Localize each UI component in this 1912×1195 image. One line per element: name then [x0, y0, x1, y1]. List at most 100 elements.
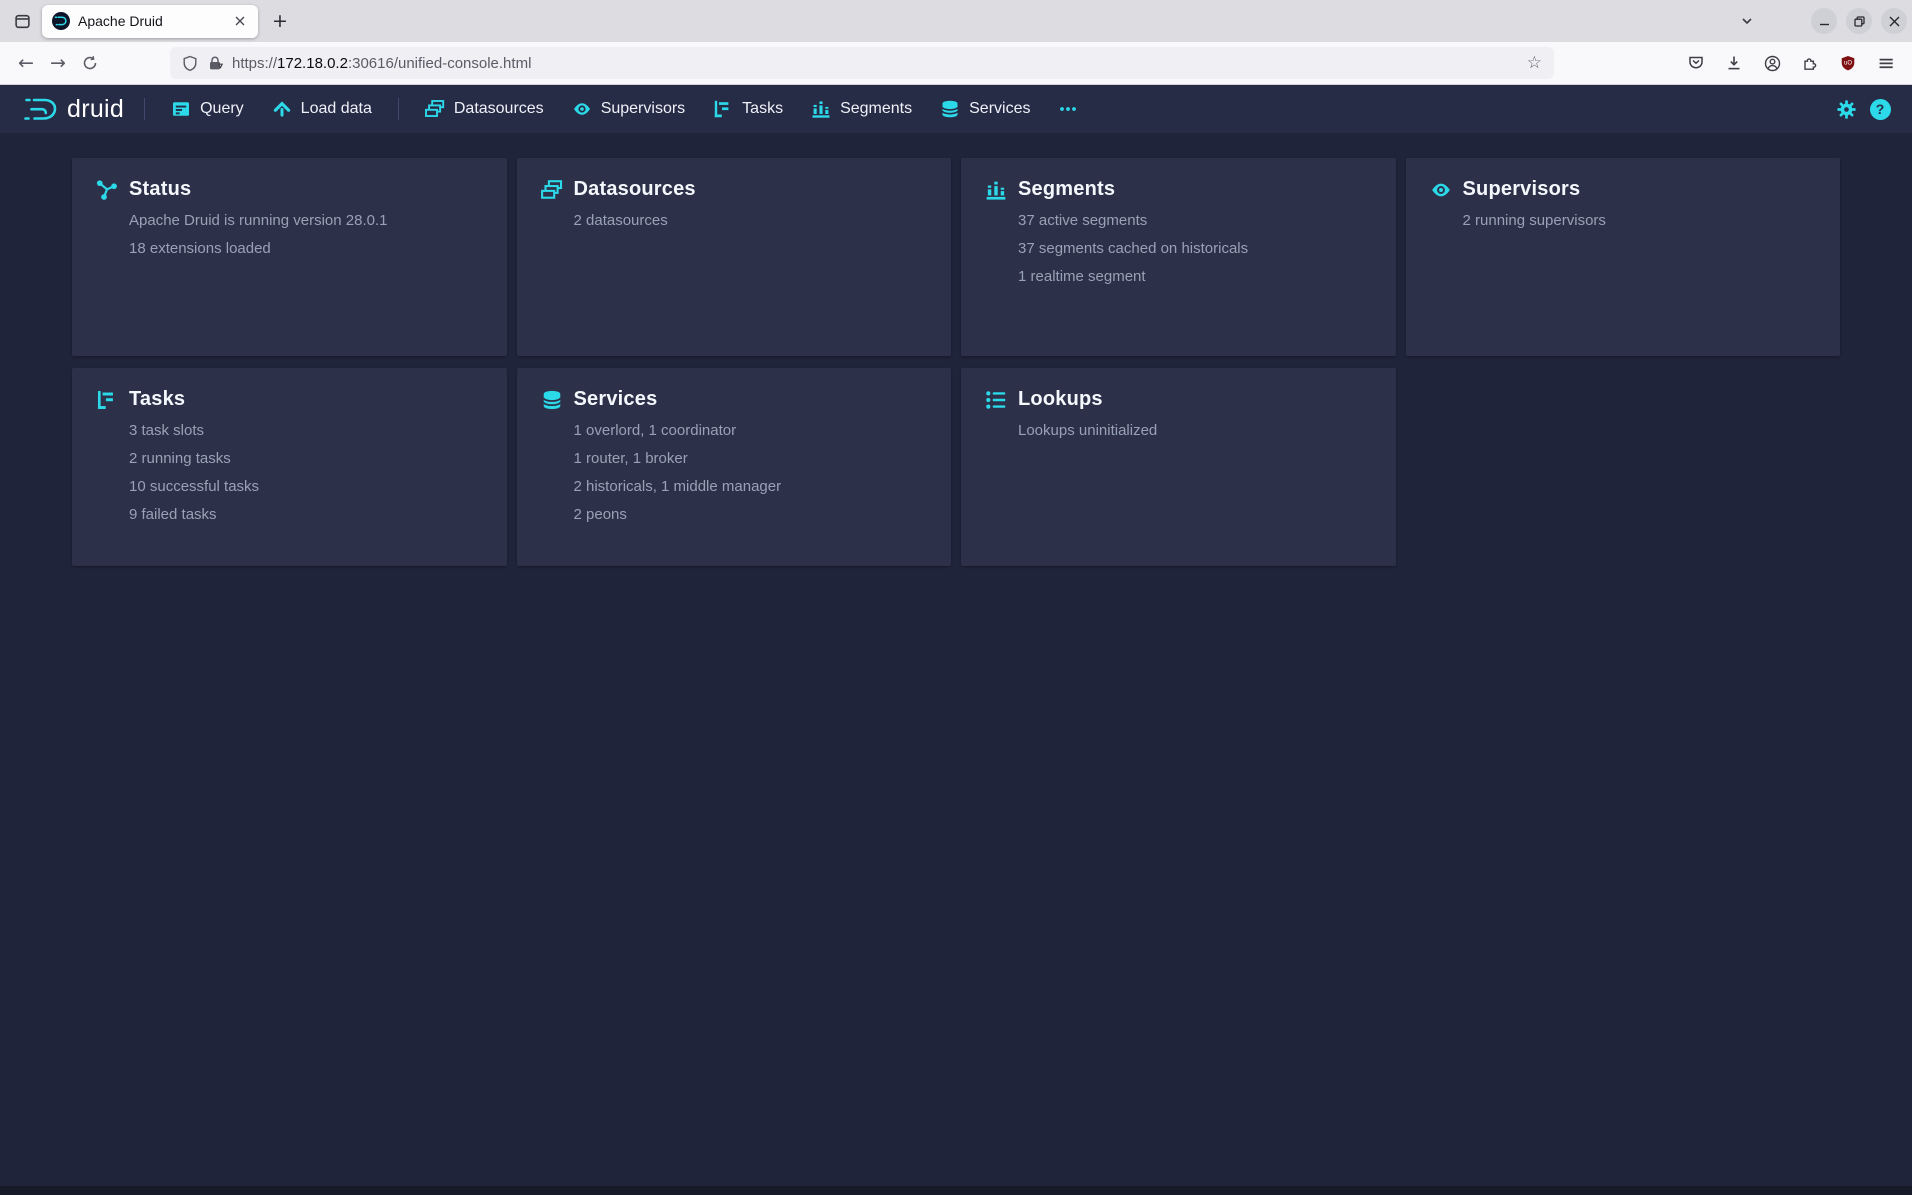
nav-item-label: Tasks — [742, 100, 783, 118]
druid-logo[interactable]: druid — [14, 95, 132, 124]
query-icon — [171, 99, 191, 119]
svg-text:uO: uO — [1844, 61, 1852, 67]
card-title: Status — [129, 178, 191, 201]
url-text: https://172.18.0.2:30616/unified-console… — [232, 55, 531, 72]
minimize-button[interactable] — [1811, 8, 1837, 34]
list-all-tabs-chevron-icon[interactable] — [1733, 7, 1761, 35]
settings-gear-icon[interactable] — [1832, 95, 1860, 123]
status-line: Lookups uninitialized — [1018, 417, 1372, 445]
nav-item-services[interactable]: Services — [926, 85, 1044, 133]
druid-favicon — [52, 12, 70, 30]
card-tasks[interactable]: Tasks 3 task slots 2 running tasks 10 su… — [72, 368, 507, 566]
help-icon[interactable]: ? — [1866, 95, 1894, 123]
browser-tab-strip: Apache Druid + — [0, 0, 1912, 42]
window-controls — [1811, 8, 1907, 34]
card-title: Lookups — [1018, 388, 1103, 411]
nav-item-datasources[interactable]: Datasources — [411, 85, 558, 133]
more-ellipsis-icon — [1058, 99, 1078, 119]
firefox-view-icon[interactable] — [8, 7, 36, 35]
status-line: 37 segments cached on historicals — [1018, 235, 1372, 263]
tab-close-icon[interactable] — [230, 11, 250, 31]
card-supervisors[interactable]: Supervisors 2 running supervisors — [1406, 158, 1841, 356]
close-window-button[interactable] — [1881, 8, 1907, 34]
nav-item-label: Datasources — [454, 100, 544, 118]
card-title: Segments — [1018, 178, 1115, 201]
druid-nav-bar: druid Query Load data — [0, 85, 1912, 133]
database-icon — [940, 99, 960, 119]
status-line: 18 extensions loaded — [129, 235, 483, 263]
account-icon[interactable] — [1756, 47, 1788, 79]
help-glyph: ? — [1870, 99, 1891, 120]
gantt-chart-icon — [713, 99, 733, 119]
nav-right-icons: ? — [1832, 95, 1894, 123]
status-line: 2 datasources — [574, 207, 928, 235]
bookmark-star-icon[interactable]: ☆ — [1527, 53, 1542, 73]
stacked-chart-icon — [811, 99, 831, 119]
nav-divider — [144, 98, 145, 120]
properties-list-icon — [985, 389, 1007, 411]
bottom-edge-strip — [0, 1186, 1912, 1195]
graph-icon — [96, 179, 118, 201]
datasources-icon — [425, 99, 445, 119]
downloads-icon[interactable] — [1718, 47, 1750, 79]
nav-item-segments[interactable]: Segments — [797, 85, 926, 133]
druid-wordmark: druid — [67, 95, 124, 124]
forward-icon[interactable]: → — [42, 47, 74, 79]
card-lookups[interactable]: Lookups Lookups uninitialized — [961, 368, 1396, 566]
toolbar-right-icons: uO ≡ — [1680, 47, 1902, 79]
status-line: 2 historicals, 1 middle manager — [574, 473, 928, 501]
new-tab-button[interactable]: + — [266, 7, 294, 35]
eye-icon — [572, 99, 592, 119]
pocket-icon[interactable] — [1680, 47, 1712, 79]
card-title: Datasources — [574, 178, 696, 201]
nav-item-load-data[interactable]: Load data — [258, 85, 386, 133]
nav-item-supervisors[interactable]: Supervisors — [558, 85, 699, 133]
gantt-chart-icon — [96, 389, 118, 411]
status-line: 9 failed tasks — [129, 501, 483, 529]
home-cards-grid: Status Apache Druid is running version 2… — [0, 133, 1912, 566]
datasources-icon — [541, 179, 563, 201]
back-icon[interactable]: ← — [10, 47, 42, 79]
nav-more-button[interactable] — [1044, 85, 1092, 133]
nav-item-label: Supervisors — [601, 100, 685, 118]
status-line: 1 overlord, 1 coordinator — [574, 417, 928, 445]
status-line: 1 realtime segment — [1018, 263, 1372, 291]
card-title: Supervisors — [1463, 178, 1581, 201]
card-datasources[interactable]: Datasources 2 datasources — [517, 158, 952, 356]
status-line: 10 successful tasks — [129, 473, 483, 501]
nav-divider — [398, 98, 399, 120]
nav-item-label: Load data — [301, 100, 372, 118]
card-title: Services — [574, 388, 658, 411]
nav-item-label: Services — [969, 100, 1030, 118]
status-line: 37 active segments — [1018, 207, 1372, 235]
database-icon — [541, 389, 563, 411]
card-status[interactable]: Status Apache Druid is running version 2… — [72, 158, 507, 356]
status-line: 2 running supervisors — [1463, 207, 1817, 235]
druid-home-view: Status Apache Druid is running version 2… — [0, 133, 1912, 1195]
connection-lock-icon[interactable] — [207, 55, 223, 72]
status-line: 2 peons — [574, 501, 928, 529]
nav-item-label: Segments — [840, 100, 912, 118]
restore-button[interactable] — [1846, 8, 1872, 34]
url-bar[interactable]: https://172.18.0.2:30616/unified-console… — [170, 47, 1554, 79]
extensions-puzzle-icon[interactable] — [1794, 47, 1826, 79]
druid-logo-icon — [22, 95, 60, 124]
nav-item-label: Query — [200, 100, 244, 118]
load-data-icon — [272, 99, 292, 119]
card-segments[interactable]: Segments 37 active segments 37 segments … — [961, 158, 1396, 356]
ublock-origin-icon[interactable]: uO — [1832, 47, 1864, 79]
nav-item-tasks[interactable]: Tasks — [699, 85, 797, 133]
browser-url-toolbar: ← → https://172.18.0.2:30616/unified-con… — [0, 42, 1912, 85]
reload-icon[interactable] — [74, 47, 106, 79]
tracking-protection-shield-icon[interactable] — [182, 55, 198, 72]
nav-item-query[interactable]: Query — [157, 85, 258, 133]
tab-title: Apache Druid — [78, 13, 222, 29]
status-line: 2 running tasks — [129, 445, 483, 473]
card-title: Tasks — [129, 388, 185, 411]
browser-tab[interactable]: Apache Druid — [42, 5, 258, 38]
card-services[interactable]: Services 1 overlord, 1 coordinator 1 rou… — [517, 368, 952, 566]
menu-hamburger-icon[interactable]: ≡ — [1870, 47, 1902, 79]
status-line: Apache Druid is running version 28.0.1 — [129, 207, 483, 235]
stacked-chart-icon — [985, 179, 1007, 201]
eye-icon — [1430, 179, 1452, 201]
